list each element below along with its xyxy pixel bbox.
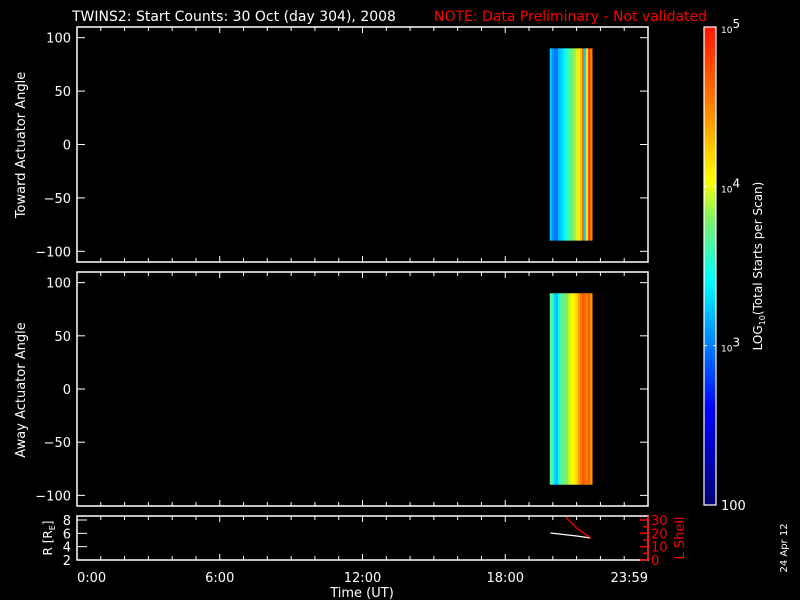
colorbar-tick-exponent: 3	[732, 336, 740, 350]
panel-frame	[76, 515, 649, 561]
heatmap-column	[559, 293, 563, 485]
heatmap-column	[571, 293, 575, 485]
colorbar: 105104103100	[703, 17, 746, 514]
heatmap-column	[561, 48, 565, 241]
colorbar-tick-label: 104	[721, 176, 740, 195]
heatmap-column	[576, 293, 579, 485]
r-ylabel-end: ]	[41, 521, 55, 526]
y-tick-label: 100	[46, 277, 71, 292]
twins-start-counts-plot: TWINS2: Start Counts: 30 Oct (day 304), …	[0, 0, 800, 600]
colorbar-label-sub: 10	[758, 315, 767, 325]
heatmap-column	[555, 48, 559, 241]
heatmap-column	[549, 48, 553, 241]
y-tick-label: 100	[46, 32, 71, 47]
heatmap-column	[590, 48, 593, 241]
time-tick-label: 23:59	[611, 571, 648, 586]
heatmap-column	[563, 293, 567, 485]
heatmap-column	[580, 48, 583, 241]
time-tick-label: 18:00	[487, 571, 524, 586]
r-tick-label: 2	[63, 554, 71, 569]
heatmap-column	[578, 48, 581, 241]
y-tick-label: 50	[54, 330, 71, 345]
colorbar-tick-exponent: 5	[732, 17, 740, 31]
colorbar-tick-base: 10	[721, 345, 733, 355]
time-tick-label: 12:00	[344, 571, 381, 586]
heatmap-column	[580, 293, 583, 485]
colorbar-tick-base: 100	[721, 499, 746, 514]
heatmap-column	[569, 48, 573, 241]
heatmap-column	[549, 293, 553, 485]
heatmap-column	[555, 293, 559, 485]
heatmap-column	[561, 293, 565, 485]
heatmap-column	[576, 48, 579, 241]
y-tick-label: 50	[54, 85, 71, 100]
heatmap-column	[582, 293, 585, 485]
y-tick-label: 0	[63, 383, 71, 398]
heatmap-column	[563, 48, 567, 241]
heatmap-column	[574, 48, 577, 241]
heatmap-column	[559, 48, 563, 241]
lshell-ylabel: L Shell	[673, 516, 688, 559]
heatmap-column	[571, 48, 575, 241]
time-tick-label: 0:00	[77, 571, 106, 586]
heatmap-column	[557, 293, 561, 485]
heatmap-column	[551, 293, 555, 485]
heatmap-column	[578, 293, 581, 485]
heatmap-column	[574, 293, 577, 485]
plot-title: TWINS2: Start Counts: 30 Oct (day 304), …	[71, 9, 396, 25]
colorbar-tick-label: 105	[721, 17, 740, 36]
heatmap-column	[569, 293, 573, 485]
away-panel: 100 50 0 −50 −100	[35, 271, 649, 507]
r-ylabel-main: R [R	[41, 530, 55, 555]
heatmap-column	[584, 293, 587, 485]
lshell-tick-label: 0	[651, 554, 659, 569]
heatmap-column	[553, 48, 557, 241]
heatmap-column	[586, 293, 589, 485]
y-tick-label: 0	[63, 139, 71, 154]
heatmap-column	[565, 48, 569, 241]
heatmap-column	[553, 293, 557, 485]
r-ylabel: R [RE]	[41, 521, 57, 556]
colorbar-tick-base: 10	[721, 185, 733, 195]
toward-ylabel: Toward Actuator Angle	[14, 72, 29, 219]
heatmap-column	[588, 48, 591, 241]
preliminary-note: NOTE: Data Preliminary - Not validated	[434, 9, 707, 25]
time-xlabel: Time (UT)	[329, 586, 394, 600]
colorbar-label: LOG10(Total Starts per Scan)	[751, 182, 767, 351]
orbit-panel: 864230201000:00 6:00 12:00 18:00 23:59	[63, 514, 668, 586]
colorbar-tick-label: 100	[721, 499, 746, 514]
colorbar-tick-exponent: 4	[732, 176, 740, 190]
colorbar-tick-base: 10	[721, 26, 733, 36]
heatmap-column	[582, 48, 585, 241]
y-tick-label: −100	[35, 489, 71, 504]
heatmap-column	[557, 48, 561, 241]
toward-panel: 100 50 0 −50 −100	[35, 26, 649, 263]
colorbar-label-rest: (Total Starts per Scan)	[751, 182, 765, 316]
y-tick-label: −50	[44, 192, 71, 207]
y-tick-label: −100	[35, 245, 71, 260]
heatmap-column	[551, 48, 555, 241]
heatmap-column	[590, 293, 593, 485]
date-stamp: 24 Apr 12	[779, 523, 790, 572]
time-tick-label: 6:00	[205, 571, 234, 586]
heatmap-column	[567, 48, 571, 241]
heatmap-column	[584, 48, 587, 241]
heatmap-column	[567, 293, 571, 485]
colorbar-scale	[703, 26, 717, 506]
colorbar-label-main: LOG	[751, 325, 765, 350]
heatmap-column	[586, 48, 589, 241]
colorbar-tick-label: 103	[721, 336, 740, 355]
heatmap-column	[588, 293, 591, 485]
y-tick-label: −50	[44, 436, 71, 451]
away-ylabel: Away Actuator Angle	[14, 322, 29, 457]
heatmap-column	[565, 293, 569, 485]
